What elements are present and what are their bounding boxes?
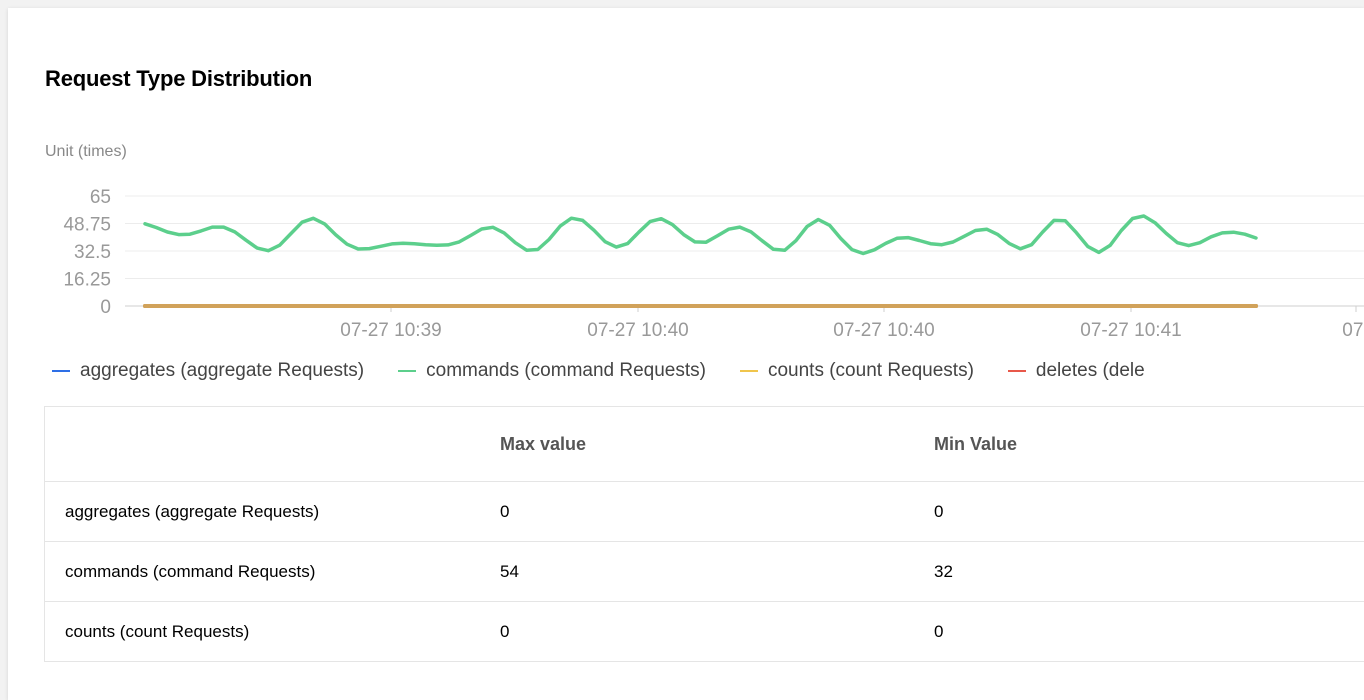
row-max: 54 <box>500 541 934 602</box>
row-min: 0 <box>934 481 1364 542</box>
legend-item-deletes[interactable]: deletes (dele <box>1007 360 1145 382</box>
header-name <box>44 406 500 482</box>
row-min: 32 <box>934 541 1364 602</box>
row-name: commands (command Requests) <box>44 541 500 602</box>
y-tick-label: 0 <box>100 297 111 318</box>
table-row: commands (command Requests) 54 32 <box>44 541 1364 602</box>
legend-item-counts[interactable]: counts (count Requests) <box>739 360 974 382</box>
row-max: 0 <box>500 481 934 542</box>
legend-label: counts (count Requests) <box>767 360 974 381</box>
table-header-row: Max value Min Value <box>44 406 1364 482</box>
y-tick-label: 48.75 <box>63 215 111 236</box>
header-min-value: Min Value <box>934 406 1364 482</box>
legend-label: commands (command Requests) <box>426 360 706 381</box>
header-max-value: Max value <box>500 406 934 482</box>
legend-item-commands[interactable]: commands (command Requests) <box>398 360 706 382</box>
x-tick-label: 07-27 10:40 <box>587 320 688 341</box>
x-tick-label: 07-27 10:41 <box>1080 320 1181 341</box>
legend-label: aggregates (aggregate Requests) <box>80 360 365 381</box>
table-row: aggregates (aggregate Requests) 0 0 <box>44 481 1364 542</box>
legend-swatch <box>398 370 417 372</box>
legend-swatch <box>739 370 758 372</box>
row-name: counts (count Requests) <box>65 621 250 641</box>
x-tick-label: 07-27 10:39 <box>340 320 441 341</box>
legend-swatch <box>52 370 70 372</box>
y-tick-label: 65 <box>90 187 111 208</box>
chart-legend: aggregates (aggregate Requests) commands… <box>52 360 1179 382</box>
stats-table: Max value Min Value aggregates (aggregat… <box>44 406 1364 662</box>
chart-panel: Request Type Distribution Unit (times) 6… <box>8 8 1364 700</box>
row-max: 0 <box>500 621 510 641</box>
legend-item-aggregates[interactable]: aggregates (aggregate Requests) <box>52 360 364 382</box>
x-tick-label: 07- <box>1342 320 1364 341</box>
x-tick-label: 07-27 10:40 <box>833 320 934 341</box>
legend-swatch <box>1007 370 1026 372</box>
line-chart: 65 48.75 32.5 16.25 0 07-27 10:39 07-27 10:40 0… <box>63 187 1364 341</box>
y-tick-label: 32.5 <box>74 242 111 263</box>
table-row: counts (count Requests) 0 0 <box>45 602 1364 662</box>
y-tick-label: 16.25 <box>63 270 111 291</box>
series-line <box>143 214 1258 256</box>
row-min: 0 <box>934 621 944 641</box>
row-name: aggregates (aggregate Requests) <box>44 481 500 542</box>
legend-label: deletes (dele <box>1035 360 1145 381</box>
